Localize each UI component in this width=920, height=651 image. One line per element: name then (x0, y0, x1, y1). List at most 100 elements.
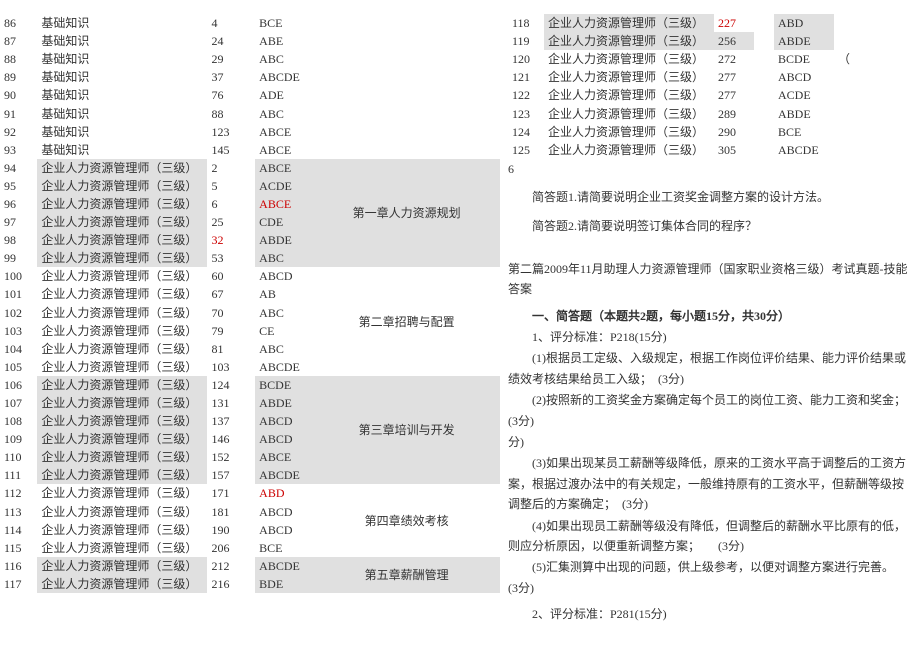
table-row: 90基础知识76ADE (0, 86, 500, 104)
body-p1: 1、评分标准：P218(15分) (508, 327, 912, 347)
row-number: 116 (0, 557, 37, 575)
row-subject: 企业人力资源管理师（三级） (544, 123, 714, 141)
row-answer: ABCD (255, 430, 313, 448)
row-page: 277 (714, 86, 754, 104)
row-subject: 企业人力资源管理师（三级） (544, 141, 714, 159)
row-answer: BDE (255, 575, 313, 593)
row-page: 53 (207, 249, 255, 267)
row-answer: ABCDE (255, 358, 313, 376)
row-answer: ABCDE (255, 466, 313, 484)
row-page: 181 (207, 503, 255, 521)
row-number: 119 (508, 32, 544, 50)
row-section: 第二章招聘与配置 (313, 267, 500, 376)
row-subject: 基础知识 (37, 141, 207, 159)
row-subject: 企业人力资源管理师（三级） (544, 50, 714, 68)
table-row: 119企业人力资源管理师（三级）256ABDE (508, 32, 920, 50)
row-subject: 企业人力资源管理师（三级） (544, 68, 714, 86)
row-extra (834, 104, 920, 122)
row-number: 106 (0, 376, 37, 394)
row-subject: 企业人力资源管理师（三级） (37, 358, 207, 376)
row-number: 100 (0, 267, 37, 285)
body-p6: (4)如果出现员工薪酬等级没有降低，但调整后的薪酬水平比原有的低，则应分析原因，… (508, 516, 912, 557)
row-extra (834, 32, 920, 50)
row-subject: 企业人力资源管理师（三级） (37, 249, 207, 267)
row-page: 277 (714, 68, 754, 86)
body-p5: (3)如果出现某员工薪酬等级降低，原来的工资水平高于调整后的工资方案，根据过渡办… (508, 453, 912, 514)
right-body: 6 简答题1.请简要说明企业工资奖金调整方案的设计方法。 简答题2.请简要说明签… (508, 159, 920, 625)
row-page: 227 (714, 14, 754, 32)
row-number: 94 (0, 159, 37, 177)
table-row: 122企业人力资源管理师（三级）277ACDE (508, 86, 920, 104)
row-section (313, 50, 500, 68)
row-answer: ABCE (255, 195, 313, 213)
row-answer: ABCE (255, 141, 313, 159)
row-page: 216 (207, 575, 255, 593)
row-answer: ABC (255, 304, 313, 322)
row-number: 118 (508, 14, 544, 32)
row-number: 105 (0, 358, 37, 376)
row-number: 117 (0, 575, 37, 593)
row-answer: BCE (255, 14, 313, 32)
row-subject: 企业人力资源管理师（三级） (37, 304, 207, 322)
row-answer: ABDE (255, 231, 313, 249)
table-row: 91基础知识88ABC (0, 104, 500, 122)
row-extra (834, 123, 920, 141)
table-row: 88基础知识29ABC (0, 50, 500, 68)
row-page: 6 (207, 195, 255, 213)
row-page: 272 (714, 50, 754, 68)
row-subject: 企业人力资源管理师（三级） (37, 195, 207, 213)
row-number: 108 (0, 412, 37, 430)
row-number: 114 (0, 521, 37, 539)
row-answer: ABCD (255, 503, 313, 521)
row-number: 98 (0, 231, 37, 249)
row-section: 第一章人力资源规划 (313, 159, 500, 268)
row-subject: 企业人力资源管理师（三级） (37, 521, 207, 539)
row-subject: 企业人力资源管理师（三级） (544, 86, 714, 104)
row-page: 103 (207, 358, 255, 376)
row-extra (834, 86, 920, 104)
row-section (313, 104, 500, 122)
row-subject: 企业人力资源管理师（三级） (37, 430, 207, 448)
row-answer: ABCD (255, 267, 313, 285)
row-subject: 企业人力资源管理师（三级） (544, 14, 714, 32)
row-answer: AB (255, 285, 313, 303)
row-number: 121 (508, 68, 544, 86)
row-subject: 基础知识 (37, 32, 207, 50)
row-page: 24 (207, 32, 255, 50)
row-subject: 企业人力资源管理师（三级） (544, 32, 714, 50)
table-row: 94企业人力资源管理师（三级）2ABCE第一章人力资源规划 (0, 159, 500, 177)
row-section (313, 14, 500, 32)
row-answer: ABCDE (774, 141, 834, 159)
table-row: 116企业人力资源管理师（三级）212ABCDE第五章薪酬管理 (0, 557, 500, 575)
row-answer: BCDE (255, 376, 313, 394)
table-row: 124企业人力资源管理师（三级）290BCE (508, 123, 920, 141)
row-page: 157 (207, 466, 255, 484)
row-answer: ABCD (255, 521, 313, 539)
body-p7: (5)汇集测算中出现的问题，供上级参考，以便对调整方案进行完善。 (3分) (508, 557, 912, 598)
row-page: 67 (207, 285, 255, 303)
row-subject: 企业人力资源管理师（三级） (37, 448, 207, 466)
row-subject: 企业人力资源管理师（三级） (37, 231, 207, 249)
row-number: 109 (0, 430, 37, 448)
table-row: 112企业人力资源管理师（三级）171ABD第四章绩效考核 (0, 484, 500, 502)
row-subject: 基础知识 (37, 86, 207, 104)
row-answer: ACDE (774, 86, 834, 104)
row-extra: （ (834, 50, 920, 68)
row-subject: 基础知识 (37, 68, 207, 86)
row-answer: ABCDE (255, 68, 313, 86)
row-answer: ABCDE (255, 557, 313, 575)
row-subject: 基础知识 (37, 123, 207, 141)
row-number: 113 (0, 503, 37, 521)
row-page: 76 (207, 86, 255, 104)
row-section (313, 141, 500, 159)
row-page: 79 (207, 322, 255, 340)
row-page: 5 (207, 177, 255, 195)
row-answer: ABDE (255, 394, 313, 412)
row-subject: 企业人力资源管理师（三级） (37, 267, 207, 285)
row-page: 190 (207, 521, 255, 539)
row-extra (834, 68, 920, 86)
table-row: 89基础知识37ABCDE (0, 68, 500, 86)
row-page: 145 (207, 141, 255, 159)
row-subject: 企业人力资源管理师（三级） (544, 104, 714, 122)
row-subject: 企业人力资源管理师（三级） (37, 322, 207, 340)
